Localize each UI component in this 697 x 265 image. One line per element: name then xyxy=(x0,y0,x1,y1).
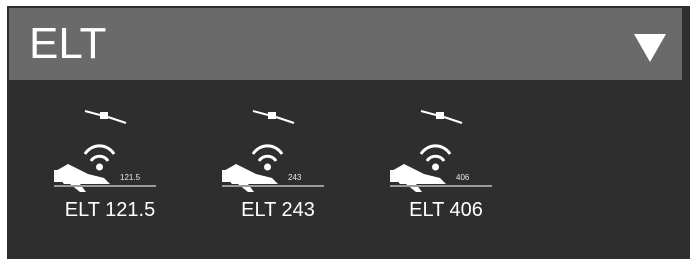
elt-satellite-plane-icon xyxy=(222,110,324,192)
freq-tag: 121.5 xyxy=(120,173,141,182)
item-label: ELT 406 xyxy=(409,199,483,221)
elt-satellite-plane-icon xyxy=(390,110,492,192)
elt-item-121-5[interactable]: 121.5 ELT 121.5 xyxy=(40,100,180,225)
freq-tag: 406 xyxy=(456,173,470,182)
elt-dropdown-header[interactable]: ELT xyxy=(9,8,682,80)
freq-tag: 243 xyxy=(288,173,302,182)
elt-item-243[interactable]: 243 ELT 243 xyxy=(208,100,348,225)
dropdown-title: ELT xyxy=(29,19,107,68)
item-label: ELT 243 xyxy=(241,199,315,221)
item-label: ELT 121.5 xyxy=(64,199,156,221)
chevron-down-icon[interactable] xyxy=(634,34,666,62)
elt-satellite-plane-icon xyxy=(54,110,156,192)
elt-item-406[interactable]: 406 ELT 406 xyxy=(376,100,516,225)
